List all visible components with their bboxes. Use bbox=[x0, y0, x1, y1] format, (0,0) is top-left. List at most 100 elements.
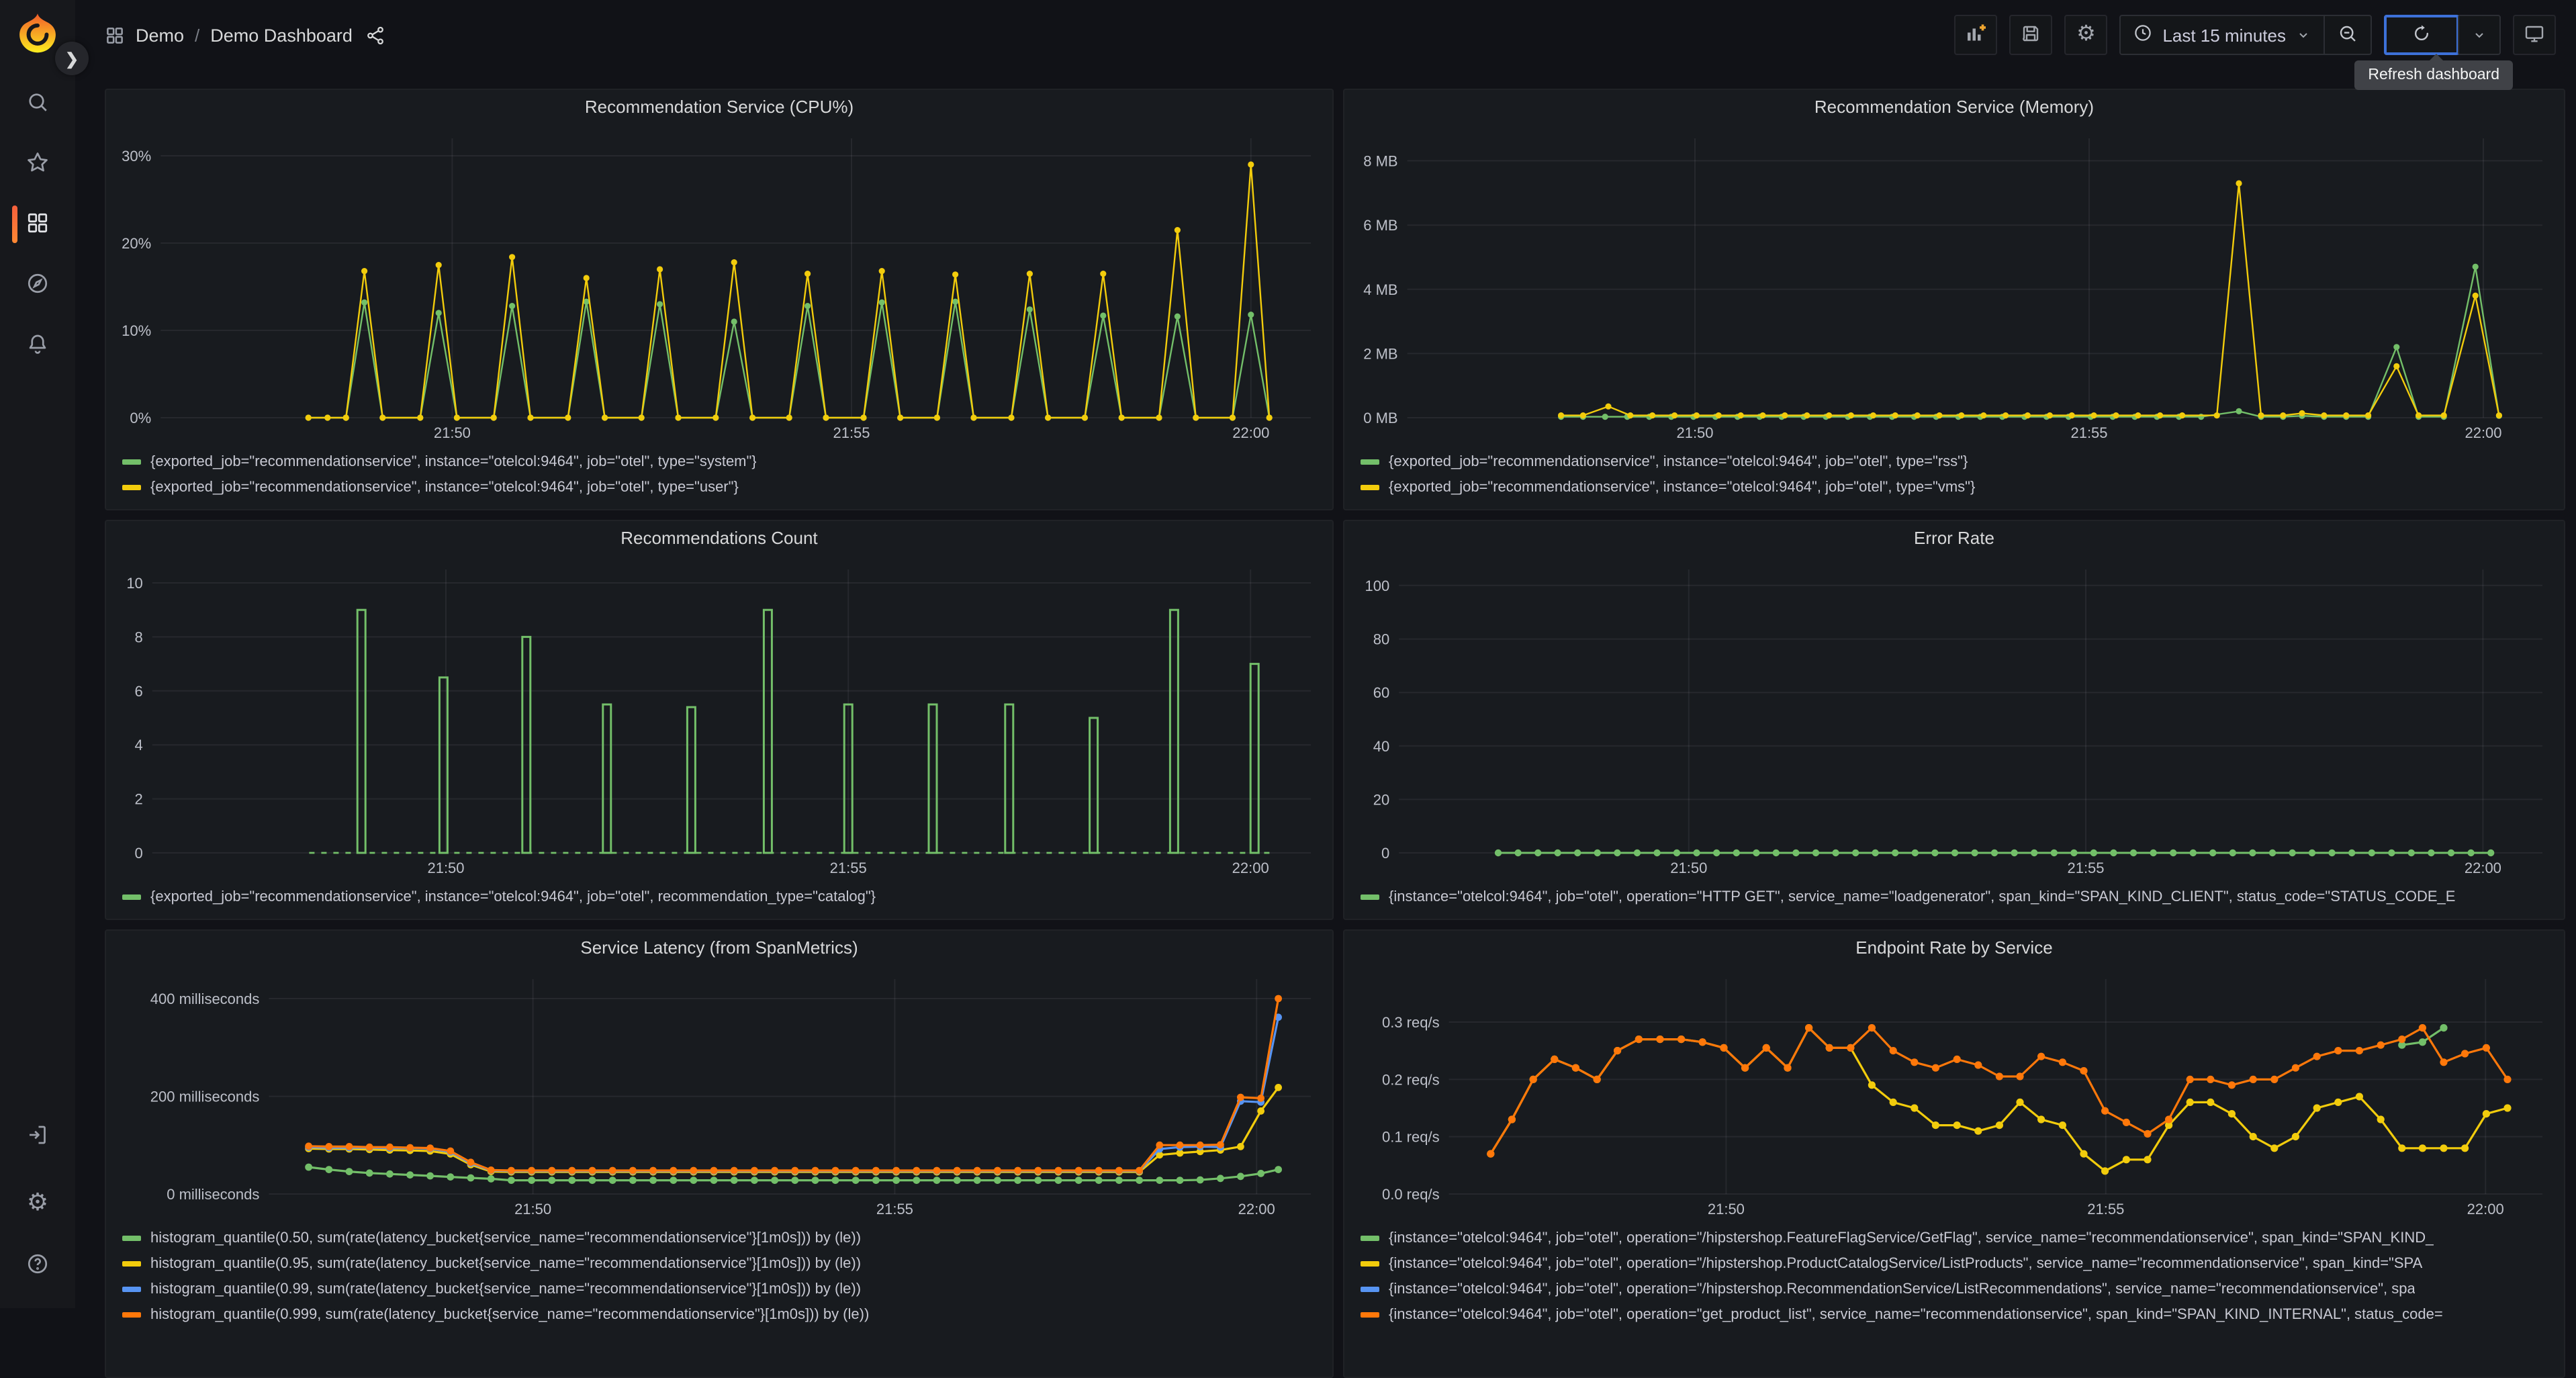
panel-memory: Recommendation Service (Memory) 21:50 21:… bbox=[1343, 89, 2565, 510]
svg-text:100: 100 bbox=[1365, 578, 1389, 594]
service-latency-chart: 21:50 21:55 22:00 0 milliseconds 200 millise… bbox=[114, 966, 1324, 1221]
panel-title[interactable]: Recommendations Count bbox=[106, 521, 1332, 556]
legend-item[interactable]: {exported_job="recommendationservice", i… bbox=[122, 474, 1324, 500]
svg-text:21:55: 21:55 bbox=[2070, 424, 2107, 441]
svg-text:6 MB: 6 MB bbox=[1363, 217, 1397, 234]
help-icon bbox=[26, 1251, 50, 1279]
svg-text:22:00: 22:00 bbox=[1238, 1201, 1275, 1218]
dashboards-grid-icon bbox=[26, 210, 50, 238]
svg-text:6: 6 bbox=[135, 683, 143, 700]
chevron-down-icon bbox=[2471, 27, 2487, 43]
legend-item[interactable]: {exported_job="recommendationservice", i… bbox=[122, 449, 1324, 474]
endpoint-rate-chart: 21:50 21:55 22:00 0.0 req/s 0.1 req/s 0.2 req… bbox=[1352, 966, 2556, 1221]
legend-label: {exported_job="recommendationservice", i… bbox=[150, 479, 739, 495]
legend-item[interactable]: {exported_job="recommendationservice", i… bbox=[1361, 474, 2556, 500]
legend: {instance="otelcol:9464", job="otel", op… bbox=[1344, 880, 2564, 919]
legend-item[interactable]: histogram_quantile(0.95, sum(rate(latenc… bbox=[122, 1250, 1324, 1276]
save-dashboard-button[interactable] bbox=[2009, 15, 2053, 55]
breadcrumb-page[interactable]: Demo Dashboard bbox=[210, 25, 353, 45]
panel-error-rate: Error Rate 21:50 21:55 22:00 0 20 40 60 80 100 {… bbox=[1343, 520, 2565, 920]
save-icon bbox=[2020, 22, 2041, 48]
memory-chart-canvas[interactable]: 21:50 21:55 22:00 0 MB 2 MB 4 MB 6 MB 8 MB bbox=[1352, 125, 2556, 445]
sign-in-icon bbox=[26, 1122, 50, 1150]
panel-title[interactable]: Endpoint Rate by Service bbox=[1344, 931, 2564, 966]
legend-item[interactable]: {instance="otelcol:9464", job="otel", op… bbox=[1361, 884, 2556, 909]
legend-label: {instance="otelcol:9464", job="otel", op… bbox=[1389, 1281, 2416, 1297]
svg-text:2 MB: 2 MB bbox=[1363, 345, 1397, 362]
recommendations-count-chart: 21:50 21:55 22:00 0 2 4 6 8 10 bbox=[114, 556, 1324, 880]
refresh-interval-dropdown[interactable] bbox=[2458, 16, 2499, 54]
breadcrumb-separator: / bbox=[195, 25, 200, 45]
expand-sidebar-button[interactable]: ❯ bbox=[55, 42, 89, 75]
svg-text:21:55: 21:55 bbox=[876, 1201, 913, 1218]
memory-chart: 21:50 21:55 22:00 0 MB 2 MB 4 MB 6 MB 8 MB bbox=[1352, 125, 2556, 445]
cpu-chart-canvas[interactable]: 21:50 21:55 22:00 0% 10% 20% 30% bbox=[114, 125, 1324, 445]
legend-swatch bbox=[1361, 1235, 1379, 1240]
zoom-out-icon bbox=[2337, 22, 2358, 48]
zoom-out-button[interactable] bbox=[2324, 16, 2371, 54]
refresh-button[interactable] bbox=[2384, 15, 2459, 55]
legend-item[interactable]: histogram_quantile(0.999, sum(rate(laten… bbox=[122, 1301, 1324, 1327]
panel-title[interactable]: Recommendation Service (Memory) bbox=[1344, 90, 2564, 125]
legend-item[interactable]: {instance="otelcol:9464", job="otel", op… bbox=[1361, 1250, 2556, 1276]
legend: {exported_job="recommendationservice", i… bbox=[106, 880, 1332, 919]
sidebar: ❯ ⚙ bbox=[0, 0, 89, 1308]
svg-text:22:00: 22:00 bbox=[2465, 860, 2501, 876]
legend-swatch bbox=[122, 1312, 141, 1317]
svg-text:0.2 req/s: 0.2 req/s bbox=[1382, 1071, 1440, 1088]
legend-swatch bbox=[1361, 459, 1379, 464]
legend-swatch bbox=[1361, 1286, 1379, 1291]
legend-swatch bbox=[1361, 1260, 1379, 1266]
legend-label: histogram_quantile(0.95, sum(rate(latenc… bbox=[150, 1255, 862, 1271]
svg-text:0.3 req/s: 0.3 req/s bbox=[1382, 1014, 1440, 1031]
sidebar-item-sign-in[interactable] bbox=[0, 1112, 75, 1160]
share-icon[interactable] bbox=[366, 25, 386, 45]
cpu-chart: 21:50 21:55 22:00 0% 10% 20% 30% bbox=[114, 125, 1324, 445]
panel-title[interactable]: Error Rate bbox=[1344, 521, 2564, 556]
time-range-picker[interactable]: Last 15 minutes bbox=[2121, 16, 2324, 54]
grafana-logo[interactable] bbox=[15, 11, 60, 56]
legend-label: {exported_job="recommendationservice", i… bbox=[150, 888, 876, 905]
sidebar-item-explore[interactable] bbox=[0, 261, 75, 309]
svg-text:21:50: 21:50 bbox=[1708, 1201, 1745, 1218]
service-latency-chart-canvas[interactable]: 21:50 21:55 22:00 0 milliseconds 200 millise… bbox=[114, 966, 1324, 1221]
sidebar-item-dashboards[interactable] bbox=[0, 200, 75, 248]
legend-item[interactable]: histogram_quantile(0.99, sum(rate(latenc… bbox=[122, 1276, 1324, 1301]
sidebar-item-settings[interactable]: ⚙ bbox=[0, 1178, 75, 1226]
svg-text:21:55: 21:55 bbox=[2087, 1201, 2124, 1218]
sidebar-item-search[interactable] bbox=[0, 79, 75, 128]
panel-endpoint-rate: Endpoint Rate by Service 21:50 21:55 22:00… bbox=[1343, 929, 2565, 1378]
dashboard-toolbar: ⚙ Last 15 minutes bbox=[1954, 15, 2576, 55]
breadcrumb-section[interactable]: Demo bbox=[136, 25, 184, 45]
panel-title[interactable]: Service Latency (from SpanMetrics) bbox=[106, 931, 1332, 966]
dashboard-settings-button[interactable]: ⚙ bbox=[2064, 15, 2108, 55]
tv-mode-button[interactable] bbox=[2513, 15, 2556, 55]
add-panel-button[interactable] bbox=[1954, 15, 1998, 55]
legend-swatch bbox=[1361, 484, 1379, 490]
svg-text:21:50: 21:50 bbox=[514, 1201, 551, 1218]
legend-item[interactable]: {exported_job="recommendationservice", i… bbox=[122, 884, 1324, 909]
sidebar-item-help[interactable] bbox=[0, 1241, 75, 1289]
svg-text:4: 4 bbox=[135, 737, 143, 753]
error-rate-chart-canvas[interactable]: 21:50 21:55 22:00 0 20 40 60 80 100 bbox=[1352, 556, 2556, 880]
legend-label: {instance="otelcol:9464", job="otel", op… bbox=[1389, 1255, 2423, 1271]
legend-item[interactable]: {exported_job="recommendationservice", i… bbox=[1361, 449, 2556, 474]
svg-text:200 milliseconds: 200 milliseconds bbox=[150, 1089, 260, 1105]
legend-item[interactable]: {instance="otelcol:9464", job="otel", op… bbox=[1361, 1225, 2556, 1250]
svg-text:20%: 20% bbox=[122, 235, 151, 252]
legend-item[interactable]: {instance="otelcol:9464", job="otel", op… bbox=[1361, 1301, 2556, 1327]
svg-text:20: 20 bbox=[1373, 791, 1389, 808]
sidebar-item-alerting[interactable] bbox=[0, 321, 75, 369]
sidebar-item-starred[interactable] bbox=[0, 140, 75, 188]
svg-text:21:55: 21:55 bbox=[2067, 860, 2104, 876]
legend-swatch bbox=[122, 484, 141, 490]
time-picker-group: Last 15 minutes bbox=[2119, 15, 2372, 55]
endpoint-rate-chart-canvas[interactable]: 21:50 21:55 22:00 0.0 req/s 0.1 req/s 0.2 req… bbox=[1352, 966, 2556, 1221]
refresh-icon bbox=[2411, 22, 2432, 48]
recommendations-count-chart-canvas[interactable]: 21:50 21:55 22:00 0 2 4 6 8 10 bbox=[114, 556, 1324, 880]
legend-item[interactable]: histogram_quantile(0.50, sum(rate(latenc… bbox=[122, 1225, 1324, 1250]
legend-item[interactable]: {instance="otelcol:9464", job="otel", op… bbox=[1361, 1276, 2556, 1301]
panel-title[interactable]: Recommendation Service (CPU%) bbox=[106, 90, 1332, 125]
panel-recommendations-count: Recommendations Count 21:50 21:55 22:00 0 2 4… bbox=[105, 520, 1334, 920]
svg-text:30%: 30% bbox=[122, 148, 151, 165]
